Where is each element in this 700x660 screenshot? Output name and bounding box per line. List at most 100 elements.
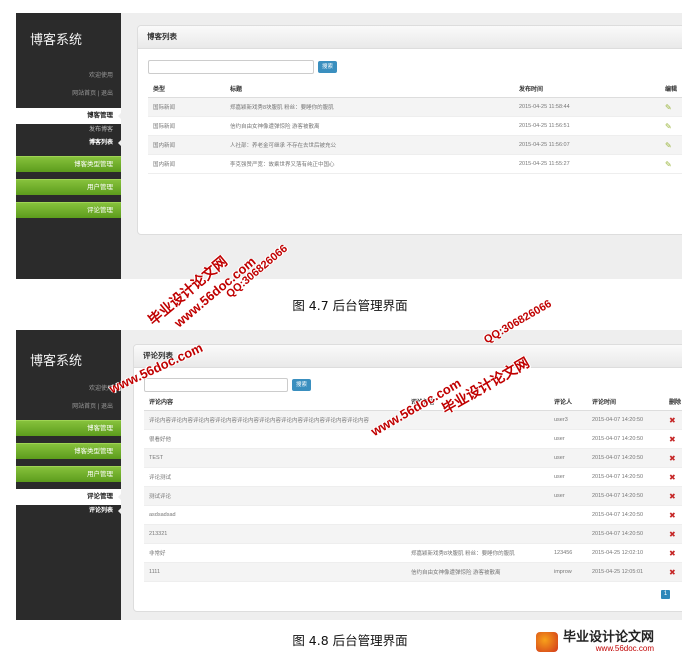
cell-time: 2015-04-25 12:05:01 [587,562,664,582]
col-edit: 编辑 [660,80,682,98]
sidebar-menu: 博客管理 发布博客 博客列表 博客类型管理 用户管理 评论管理 [16,108,122,225]
cell-blog: 信约自由女神像遭弹惊险 游客被散离 [406,562,549,582]
menu-user-management[interactable]: 用户管理 [16,179,121,195]
logo-url: www.56doc.com [595,644,655,653]
close-icon[interactable]: ✖ [669,549,676,558]
menu-blog-management[interactable]: 博客管理 [16,108,122,124]
pencil-icon[interactable]: ✎ [665,160,672,169]
cell-user: user [549,486,587,506]
cell-user: user [549,448,587,468]
cell-content: TEST [144,448,406,468]
col-user: 评论人 [549,393,587,411]
submenu-comment-list[interactable]: 评论列表 [16,505,121,518]
site-logo: 毕业设计论文网 www.56doc.com [536,630,654,653]
col-type: 类型 [148,80,225,98]
col-time: 评论时间 [587,393,664,411]
menu-category-management[interactable]: 博客类型管理 [16,443,121,459]
cell-content: 评论内容评论内容评论内容评论内容评论内容评论内容评论内容评论内容评论内容评论内容 [144,410,406,430]
cell-content: 213321 [144,524,406,544]
search-input[interactable] [144,378,288,392]
cell-time: 2015-04-07 14:20:50 [587,505,664,525]
menu-category-management[interactable]: 博客类型管理 [16,156,121,172]
cell-blog [406,448,549,468]
cell-user: user3 [549,410,587,430]
figure-caption-4-7: 图 4.7 后台管理界面 [292,298,408,313]
col-content: 评论内容 [144,393,406,411]
blog-list-panel: 博客列表 搜索 类型 标题 发布时间 编辑 国际新闻 郑嘉颖新戏秀8块腹肌 粉丝… [137,25,682,235]
close-icon[interactable]: ✖ [669,454,676,463]
panel-title: 博客列表 [138,26,682,49]
cell-time: 2015-04-07 14:20:50 [587,410,664,430]
search-button[interactable]: 搜索 [292,379,312,391]
cell-type: 国内新闻 [148,135,225,155]
cell-blog [406,505,549,525]
welcome-text: 欢迎使用 [88,73,113,79]
search-bar: 搜索 [148,60,338,74]
table-row: 非常好 郑嘉颖新戏秀8块腹肌 粉丝：要睡你的腹肌 123456 2015-04-… [144,543,682,563]
brand-title: 博客系统 [30,353,83,368]
cell-time: 2015-04-25 11:58:44 [514,97,660,117]
col-time: 发布时间 [514,80,660,98]
cell-title: 郑嘉颖新戏秀8块腹肌 粉丝：要睡你的腹肌 [225,97,514,117]
cell-user [549,524,587,544]
close-icon[interactable]: ✖ [669,435,676,444]
comment-list-panel: 评论列表 搜索 评论内容 评论博客 评论人 评论时间 删除 评论内容评论内容评论… [133,344,682,612]
menu-user-management[interactable]: 用户管理 [16,466,121,482]
cell-user: user [549,429,587,449]
close-icon[interactable]: ✖ [669,511,676,520]
cell-user: 123456 [549,543,587,563]
close-icon[interactable]: ✖ [669,416,676,425]
cell-blog [406,486,549,506]
close-icon[interactable]: ✖ [669,473,676,482]
cell-user [549,505,587,525]
table-row: 国际新闻 郑嘉颖新戏秀8块腹肌 粉丝：要睡你的腹肌 2015-04-25 11:… [148,97,682,117]
pencil-icon[interactable]: ✎ [665,122,672,131]
top-links[interactable]: 网站首页 | 退出 [72,88,113,97]
table-row: 测试评论 user 2015-04-07 14:20:50 ✖ [144,486,682,506]
cell-title: 人社部：养老金可继承 不存在去世后被充公 [225,135,514,155]
cell-time: 2015-04-25 11:56:51 [514,116,660,136]
close-icon[interactable]: ✖ [669,568,676,577]
table-row: asdsadsad 2015-04-07 14:20:50 ✖ [144,505,682,525]
top-links[interactable]: 网站首页 | 退出 [72,401,113,410]
cell-content: 测试评论 [144,486,406,506]
submenu-blog-list[interactable]: 博客列表 [16,137,121,150]
sidebar-menu: 博客管理 博客类型管理 用户管理 评论管理 评论列表 [16,420,122,518]
panel-title: 评论列表 [134,345,682,368]
table-row: 很看好他 user 2015-04-07 14:20:50 ✖ [144,429,682,449]
col-title: 标题 [225,80,514,98]
cell-content: 1111 [144,562,406,582]
search-button[interactable]: 搜索 [318,61,338,73]
cell-type: 国际新闻 [148,116,225,136]
logo-icon [536,631,558,652]
pagination-page[interactable]: 1 [661,590,670,599]
admin-sidebar: 博客系统 欢迎使用 网站首页 | 退出 博客管理 博客类型管理 用户管理 评论管… [16,330,122,620]
cell-time: 2015-04-07 14:20:50 [587,467,664,487]
cell-time: 2015-04-07 14:20:50 [587,448,664,468]
search-input[interactable] [148,60,314,74]
menu-blog-management[interactable]: 博客管理 [16,420,121,436]
search-bar: 搜索 [144,378,312,392]
cell-blog [406,524,549,544]
submenu-publish-blog[interactable]: 发布博客 [16,124,121,137]
cell-time: 2015-04-07 14:20:50 [587,486,664,506]
menu-comment-management[interactable]: 评论管理 [16,202,121,218]
cell-blog [406,429,549,449]
close-icon[interactable]: ✖ [669,530,676,539]
comment-table: 评论内容 评论博客 评论人 评论时间 删除 评论内容评论内容评论内容评论内容评论… [144,393,682,582]
table-row: 213321 2015-04-07 14:20:50 ✖ [144,524,682,544]
figure-4-7-screenshot: 博客系统 欢迎使用 网站首页 | 退出 博客管理 发布博客 博客列表 博客类型管… [16,13,682,279]
table-row: 国际新闻 信约自由女神像遭弹惊险 游客被散离 2015-04-25 11:56:… [148,116,682,136]
cell-time: 2015-04-25 11:55:27 [514,154,660,174]
table-row: 评论测试 user 2015-04-07 14:20:50 ✖ [144,467,682,487]
logo-name: 毕业设计论文网 [563,629,655,644]
cell-title: 李克强赞严宽：故乘世界又落有纯正中国心 [225,154,514,174]
close-icon[interactable]: ✖ [669,492,676,501]
cell-blog: 郑嘉颖新戏秀8块腹肌 粉丝：要睡你的腹肌 [406,543,549,563]
cell-blog [406,410,549,430]
cell-type: 国际新闻 [148,97,225,117]
menu-comment-management[interactable]: 评论管理 [16,489,122,505]
cell-title: 信约自由女神像遭弹惊险 游客被散离 [225,116,514,136]
pencil-icon[interactable]: ✎ [665,141,672,150]
pencil-icon[interactable]: ✎ [665,103,672,112]
